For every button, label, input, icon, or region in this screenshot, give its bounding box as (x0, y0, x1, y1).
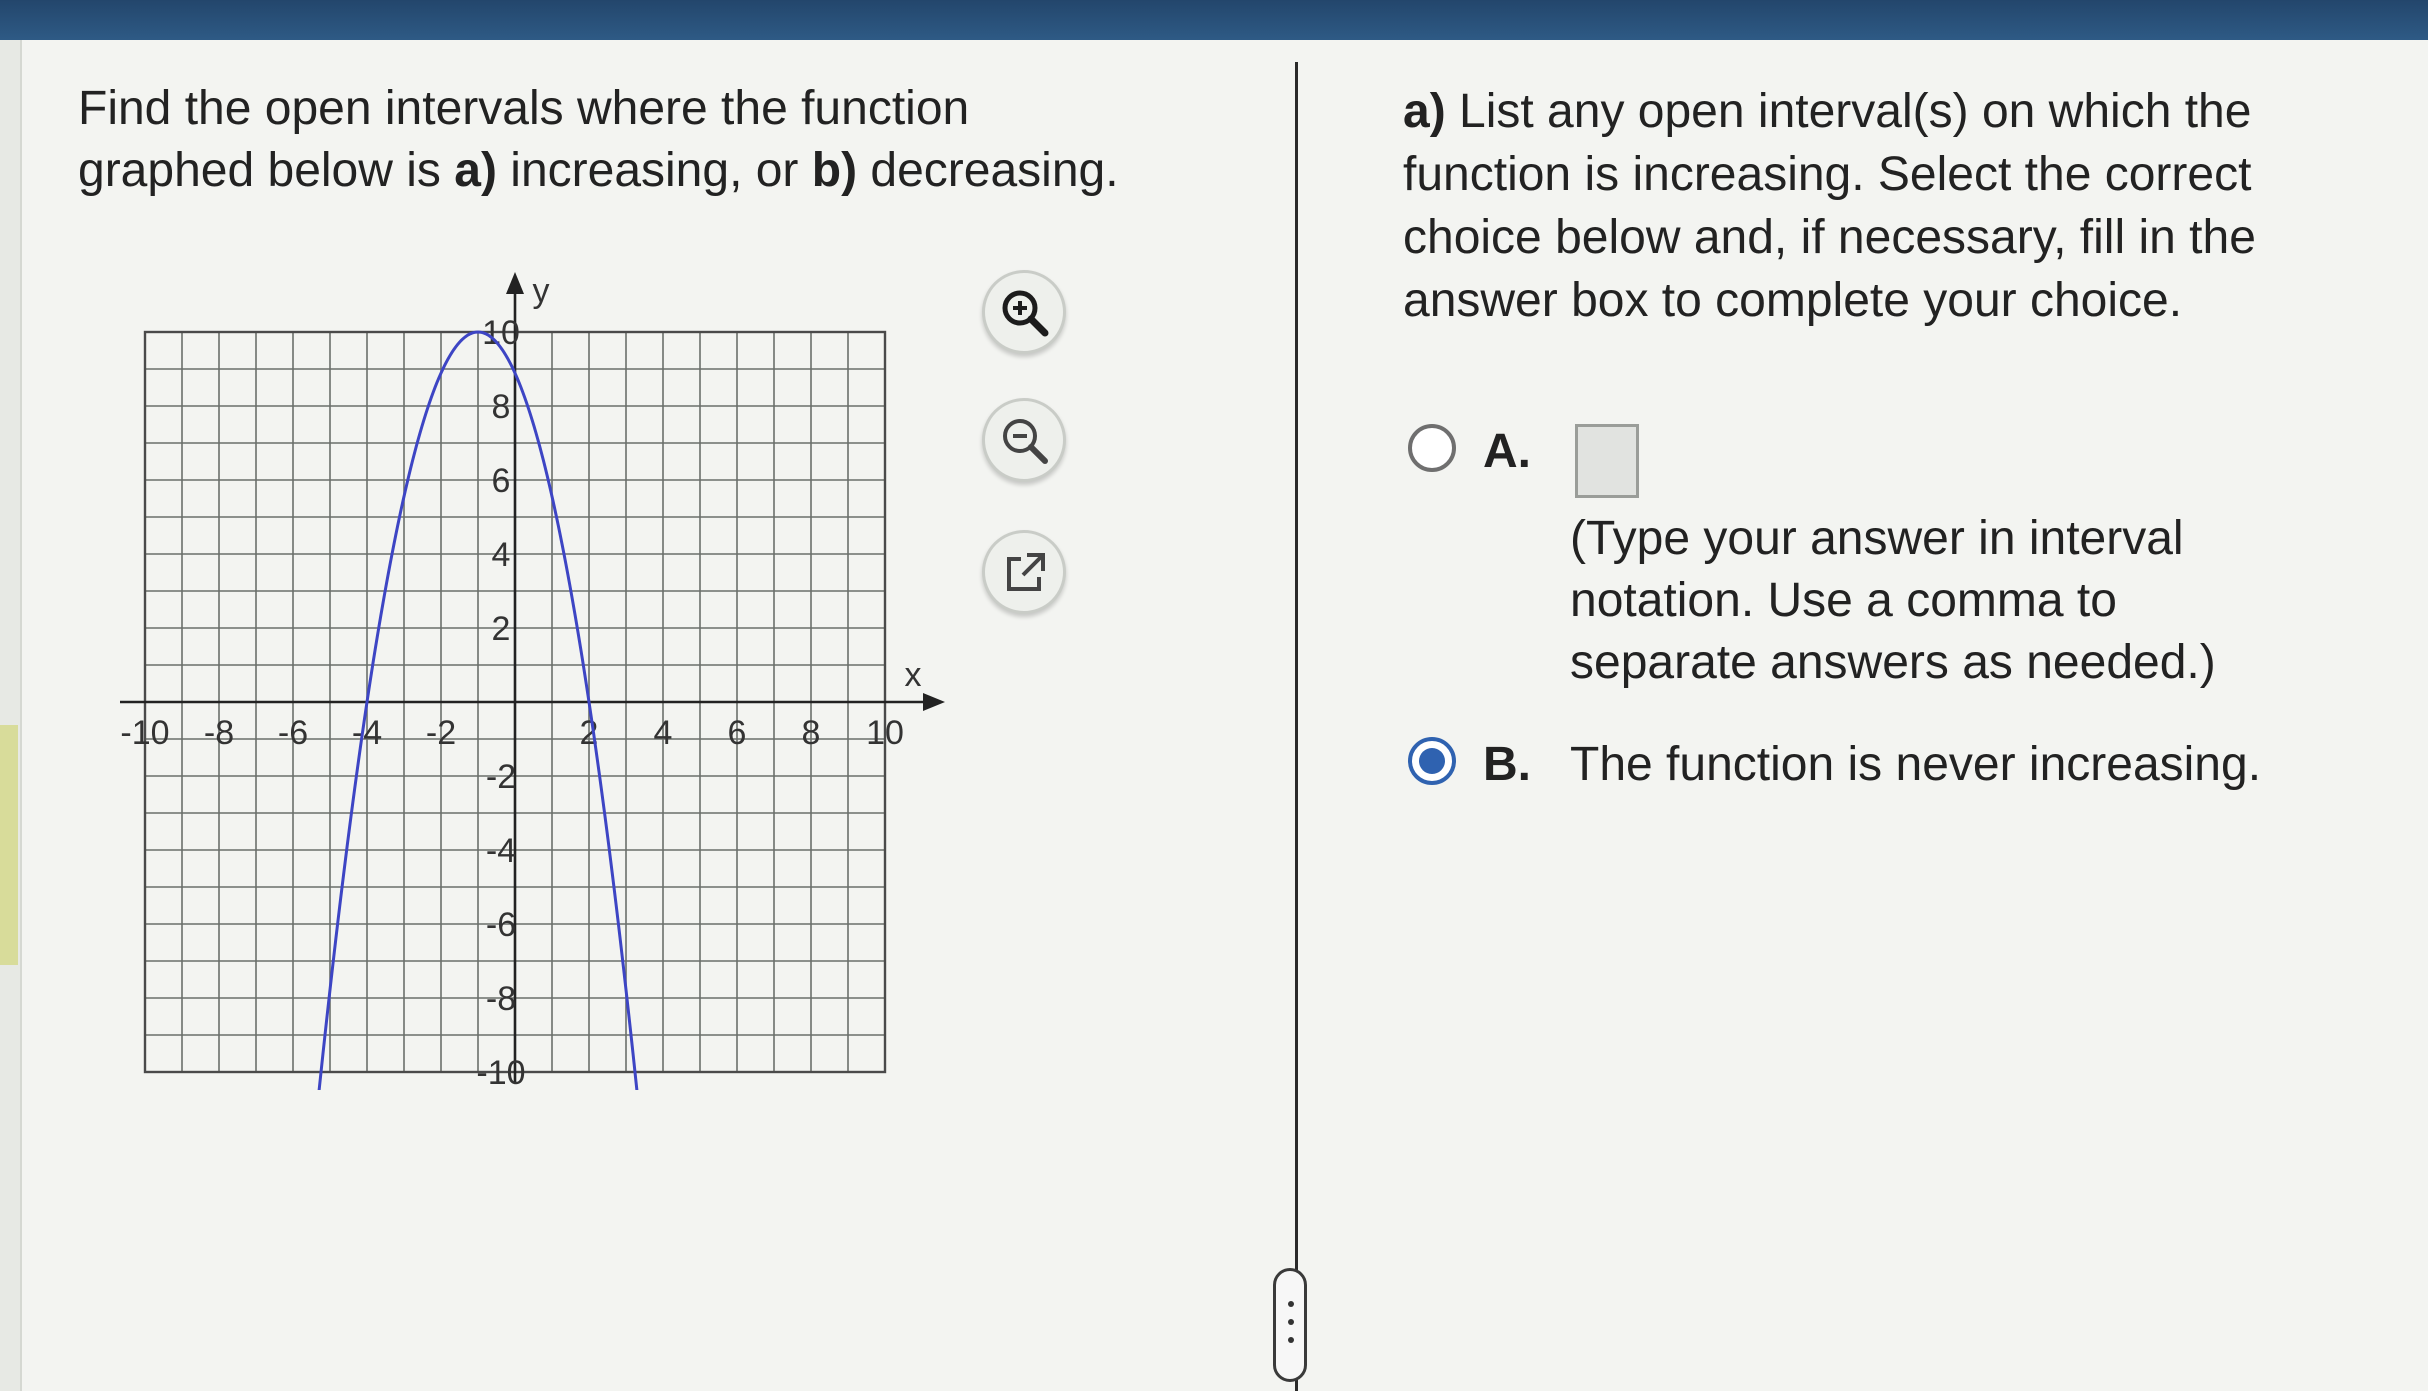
x-tick-label: 6 (728, 714, 747, 752)
choice-b-letter: B. (1483, 738, 1531, 791)
part-a-prompt: a) List any open interval(s) on which th… (1403, 80, 2353, 332)
x-tick-label: -6 (278, 714, 308, 752)
choice-b-radio[interactable] (1408, 737, 1456, 785)
y-tick-label: 6 (492, 462, 511, 500)
y-tick-label: 2 (492, 610, 511, 648)
part-b-word: decreasing. (857, 144, 1119, 197)
choice-b-text: The function is never increasing. (1570, 738, 2262, 791)
part-b-marker: b) (811, 144, 858, 197)
open-external-button[interactable] (982, 530, 1066, 614)
panel-resize-handle[interactable] (1273, 1268, 1307, 1382)
x-tick-label: 8 (802, 714, 821, 752)
top-bar (0, 0, 2428, 40)
interval-answer-box[interactable] (1575, 424, 1639, 498)
left-edge (0, 40, 22, 1391)
choice-a-hint: (Type your answer in interval notation. … (1570, 512, 2216, 689)
y-tick-label: -2 (486, 758, 516, 796)
y-axis-arrow (506, 272, 524, 294)
zoom-in-icon (1002, 290, 1049, 337)
question-line-2: graphed below is a) increasing, or b) de… (78, 140, 1258, 202)
part-a-word: increasing, or (496, 144, 812, 197)
y-tick-label: -8 (486, 980, 516, 1018)
x-tick-label: -8 (204, 714, 234, 752)
question-line-1: Find the open intervals where the functi… (78, 82, 970, 135)
external-link-icon (1007, 553, 1045, 591)
x-axis-label: x (905, 656, 922, 694)
zoom-in-button[interactable] (982, 270, 1066, 354)
x-tick-label: 10 (866, 714, 904, 752)
y-tick-label: -10 (476, 1054, 525, 1090)
y-tick-label: 8 (492, 388, 511, 426)
function-graph: xy-10 -8 -6 -4 -2 2 4 6 8 10108642-2-4-6-8-10 (120, 272, 945, 1090)
left-highlight-strip (0, 725, 18, 965)
x-axis-arrow (923, 693, 945, 711)
y-tick-label: 4 (492, 536, 511, 574)
y-axis-label: y (533, 272, 550, 310)
x-tick-label: -4 (352, 714, 382, 752)
part-a-prompt-text: List any open interval(s) on which the f… (1403, 85, 2256, 327)
zoom-out-button[interactable] (982, 398, 1066, 482)
choice-a-radio[interactable] (1408, 424, 1456, 472)
x-tick-label: -2 (426, 714, 456, 752)
question-text: Find the open intervals where the functi… (78, 78, 1258, 202)
question-line-2-pre: graphed below is (78, 144, 455, 197)
choice-a-letter: A. (1483, 425, 1531, 478)
x-tick-label: 4 (654, 714, 673, 752)
y-tick-label: -4 (486, 832, 516, 870)
graph-labels: xy-10 -8 -6 -4 -2 2 4 6 8 10108642-2-4-6-8-10 (120, 272, 921, 1090)
zoom-out-icon (1003, 419, 1048, 464)
part-a-marker: a) (454, 144, 497, 197)
panel-divider (1295, 62, 1298, 1391)
part-a-prompt-marker: a) (1403, 85, 1446, 138)
x-tick-label: -10 (120, 714, 169, 752)
y-tick-label: -6 (486, 906, 516, 944)
